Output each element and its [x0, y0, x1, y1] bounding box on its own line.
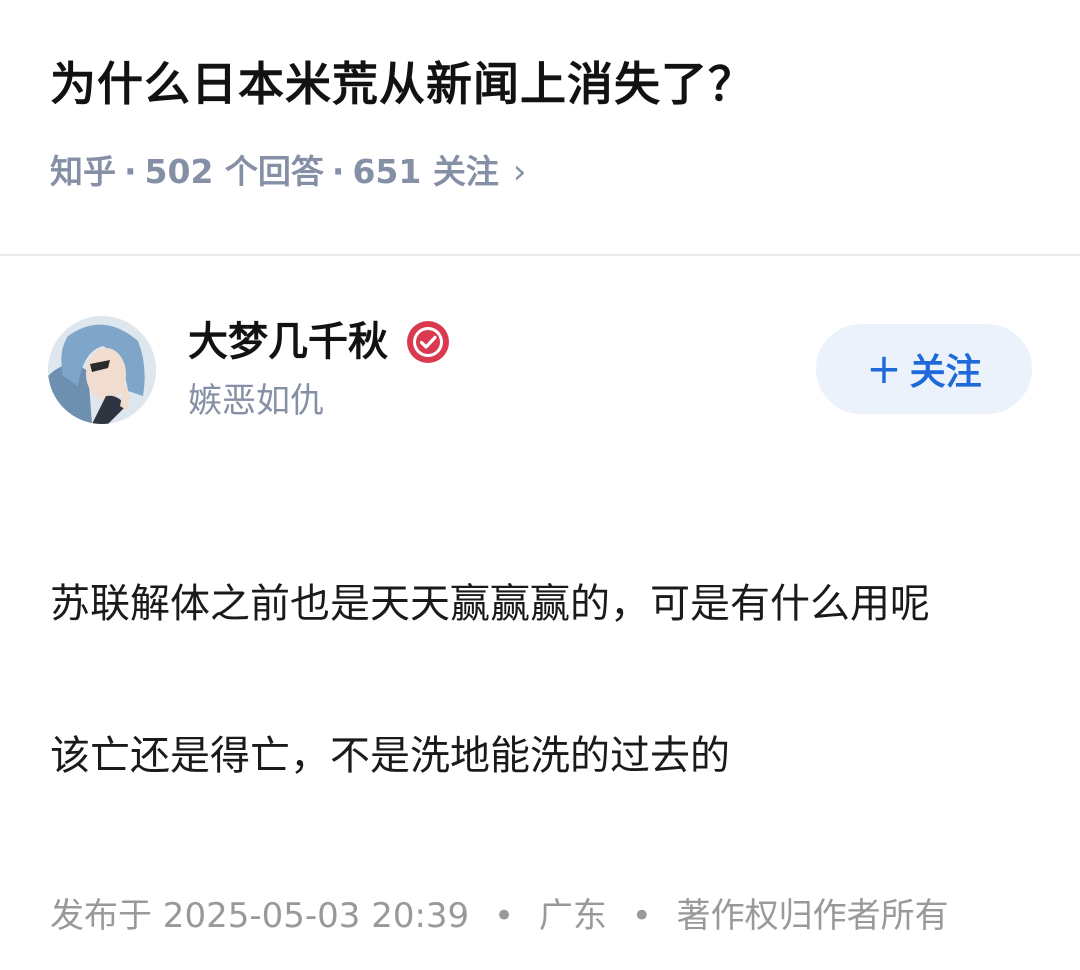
copyright-notice: 著作权归作者所有 — [676, 896, 949, 936]
followers-count: 651 关注 — [352, 152, 499, 191]
question-title[interactable]: 为什么日本米荒从新闻上消失了？ — [50, 52, 755, 116]
meta-separator: · — [331, 152, 345, 191]
footer-separator: • — [631, 896, 652, 936]
question-meta[interactable]: 知乎 · 502 个回答 · 651 关注 › — [50, 146, 526, 198]
author-bio: 嫉恶如仇 — [188, 381, 324, 421]
answer-paragraph: 该亡还是得亡，不是洗地能洗的过去的 — [50, 733, 730, 779]
answers-count: 502 个回答 — [144, 152, 324, 191]
plus-icon: + — [866, 344, 902, 393]
author-name[interactable]: 大梦几千秋 — [188, 314, 450, 370]
follow-button-label: 关注 — [909, 352, 982, 393]
footer-separator: • — [494, 896, 515, 936]
answer-footer: 发布于 2025-05-03 20:39 • 广东 • 著作权归作者所有 — [50, 888, 949, 944]
publish-time: 发布于 2025-05-03 20:39 — [50, 896, 470, 936]
question-header: 为什么日本米荒从新闻上消失了？ 知乎 · 502 个回答 · 651 关注 › — [0, 0, 1080, 254]
answer-body: 苏联解体之前也是天天赢赢赢的，可是有什么用呢 该亡还是得亡，不是洗地能洗的过去的 — [50, 566, 1030, 794]
author-name-text: 大梦几千秋 — [188, 319, 388, 365]
avatar[interactable] — [48, 316, 156, 424]
meta-separator: · — [124, 152, 137, 191]
location: 广东 — [538, 896, 607, 936]
follow-button[interactable]: + 关注 — [816, 324, 1032, 414]
chevron-right-icon[interactable]: › — [513, 146, 527, 198]
answer-paragraph: 苏联解体之前也是天天赢赢赢的，可是有什么用呢 — [50, 581, 930, 627]
verified-badge-icon — [406, 320, 450, 364]
source-label: 知乎 — [50, 152, 116, 191]
author-row: 大梦几千秋 嫉恶如仇 + 关注 — [0, 256, 1080, 456]
avatar-image — [48, 316, 156, 424]
